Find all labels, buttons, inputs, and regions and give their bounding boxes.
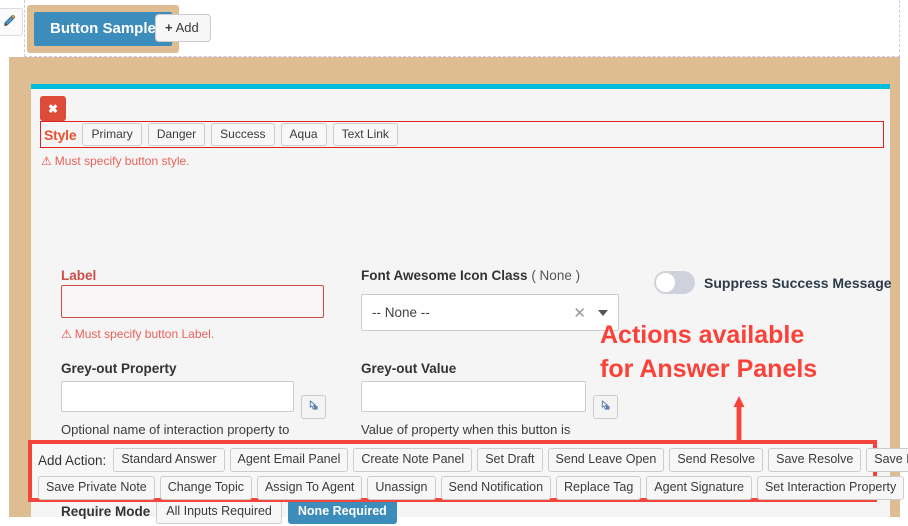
action-save-resolve[interactable]: Save Resolve bbox=[768, 448, 862, 472]
pointer-icon bbox=[599, 399, 612, 415]
greyout-value-label: Grey-out Value bbox=[361, 361, 457, 376]
action-change-topic[interactable]: Change Topic bbox=[159, 476, 252, 500]
plus-icon: + bbox=[165, 20, 173, 35]
greyout-property-input[interactable] bbox=[61, 381, 294, 412]
add-action-label: Add Action: bbox=[38, 452, 107, 468]
label-error-text: Must specify button Label. bbox=[74, 327, 215, 341]
style-error-text: Must specify button style. bbox=[54, 154, 190, 168]
close-icon: ✖ bbox=[47, 101, 59, 116]
add-action-toolbar: Add Action: Standard Answer Agent Email … bbox=[28, 440, 908, 502]
style-option-aqua[interactable]: Aqua bbox=[280, 123, 327, 146]
action-unassign[interactable]: Unassign bbox=[367, 476, 436, 500]
action-set-draft[interactable]: Set Draft bbox=[477, 448, 543, 472]
style-option-primary[interactable]: Primary bbox=[82, 123, 142, 146]
add-action-row-1: Add Action: Standard Answer Agent Email … bbox=[38, 448, 908, 472]
annotation-line-1: Actions available bbox=[600, 321, 805, 349]
action-standard-answer[interactable]: Standard Answer bbox=[113, 448, 225, 472]
warning-icon: ⚠ bbox=[61, 327, 72, 341]
suppress-success-toggle-group[interactable]: Suppress Success Message bbox=[654, 271, 892, 294]
add-tab-label: Add bbox=[175, 20, 199, 35]
add-tab-button[interactable]: + Add bbox=[155, 14, 211, 42]
designer-toolbar: Button Sample + Add bbox=[0, 0, 908, 57]
style-option-danger[interactable]: Danger bbox=[147, 123, 206, 146]
suppress-success-label: Suppress Success Message bbox=[704, 274, 892, 291]
tab-button-sample-label: Button Sample bbox=[34, 12, 172, 46]
pencil-icon bbox=[2, 14, 15, 30]
action-agent-email-panel[interactable]: Agent Email Panel bbox=[229, 448, 349, 472]
pointer-icon bbox=[307, 399, 320, 415]
greyout-property-picker-button[interactable] bbox=[301, 395, 326, 419]
style-option-text-link[interactable]: Text Link bbox=[332, 123, 398, 146]
action-save-public-note[interactable]: Save Public Note bbox=[866, 448, 908, 472]
close-button[interactable]: ✖ bbox=[40, 96, 66, 121]
require-mode-label: Require Mode bbox=[61, 504, 151, 519]
action-save-private-note[interactable]: Save Private Note bbox=[38, 476, 155, 500]
chevron-down-icon[interactable] bbox=[598, 309, 608, 316]
action-send-resolve[interactable]: Send Resolve bbox=[669, 448, 764, 472]
font-awesome-selected-value: -- None -- bbox=[372, 305, 430, 320]
edit-pencil-button[interactable] bbox=[0, 8, 23, 36]
action-create-note-panel[interactable]: Create Note Panel bbox=[353, 448, 473, 472]
action-agent-signature[interactable]: Agent Signature bbox=[646, 476, 752, 500]
require-mode-group: Require Mode All Inputs Required None Re… bbox=[61, 499, 397, 524]
require-mode-option-none[interactable]: None Required bbox=[287, 499, 397, 524]
annotation-arrow bbox=[733, 396, 745, 444]
action-send-notification[interactable]: Send Notification bbox=[440, 476, 552, 500]
style-option-success[interactable]: Success bbox=[211, 123, 275, 146]
toggle-knob bbox=[655, 272, 676, 293]
add-action-rows: Add Action: Standard Answer Agent Email … bbox=[38, 448, 908, 500]
action-replace-tag[interactable]: Replace Tag bbox=[556, 476, 642, 500]
greyout-value-input[interactable] bbox=[361, 381, 586, 412]
label-input[interactable] bbox=[61, 285, 324, 318]
label-error-message: ⚠ Must specify button Label. bbox=[61, 327, 214, 341]
warning-icon: ⚠ bbox=[41, 154, 52, 168]
greyout-value-picker-button[interactable] bbox=[593, 395, 618, 419]
style-error-message: ⚠ Must specify button style. bbox=[41, 154, 190, 168]
add-action-row-2: Save Private Note Change Topic Assign To… bbox=[38, 476, 905, 500]
annotation-line-2: for Answer Panels bbox=[600, 355, 818, 383]
require-mode-option-all[interactable]: All Inputs Required bbox=[156, 499, 282, 524]
style-label: Style bbox=[44, 126, 77, 143]
clear-icon[interactable]: ✕ bbox=[573, 304, 586, 322]
style-field-row: Style Primary Danger Success Aqua Text L… bbox=[40, 121, 884, 148]
font-awesome-select[interactable]: -- None -- ✕ bbox=[361, 294, 619, 331]
font-awesome-label: Font Awesome Icon Class ( None ) bbox=[361, 268, 580, 283]
annotation-text: Actions available for Answer Panels bbox=[600, 318, 900, 386]
greyout-property-label: Grey-out Property bbox=[61, 361, 177, 376]
action-send-leave-open[interactable]: Send Leave Open bbox=[547, 448, 665, 472]
font-awesome-label-note: ( None ) bbox=[531, 268, 581, 283]
label-field-label: Label bbox=[61, 268, 97, 283]
font-awesome-label-text: Font Awesome Icon Class bbox=[361, 268, 528, 283]
up-arrow-icon bbox=[733, 396, 745, 444]
action-assign-to-agent[interactable]: Assign To Agent bbox=[256, 476, 363, 500]
action-set-interaction-property[interactable]: Set Interaction Property bbox=[756, 476, 905, 500]
suppress-success-toggle[interactable] bbox=[654, 271, 695, 294]
